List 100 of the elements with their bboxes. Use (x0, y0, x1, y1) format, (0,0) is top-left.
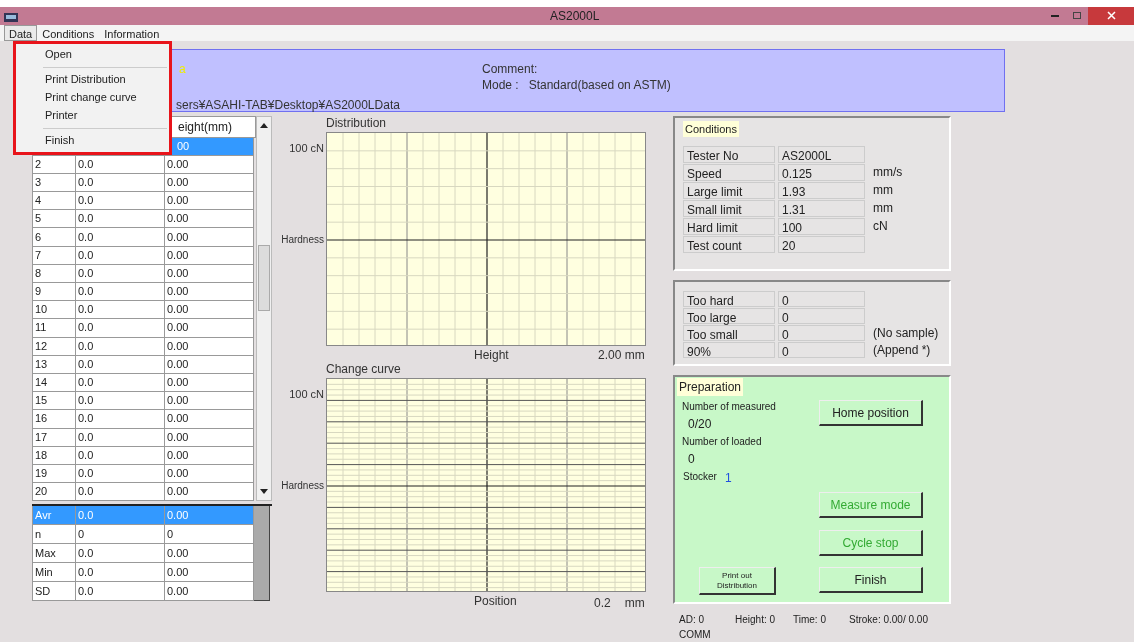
table-cell: 0.0 (76, 506, 165, 526)
table-cell[interactable]: 0.00 (165, 228, 254, 247)
condition-value: 20 (778, 235, 865, 253)
axis-label: Height (474, 346, 509, 364)
stocker-number: 1 (724, 470, 732, 487)
action-button[interactable]: Finish (819, 567, 923, 593)
condition-value: AS2000L (778, 145, 865, 163)
axis-label: Hardness (281, 478, 324, 493)
table-cell: 6 (32, 228, 76, 247)
table-cell: 0.0 (76, 283, 165, 302)
axis-max-label: 100 cN (289, 386, 324, 402)
axis-label: Position (474, 592, 517, 610)
close-button[interactable] (1088, 7, 1134, 25)
table-cell: 0.0 (76, 563, 165, 583)
table-cell: 5 (32, 210, 76, 229)
table-cell: 16 (32, 410, 76, 429)
result-label: Too large (683, 307, 775, 324)
table-cell: 0.0 (76, 544, 165, 564)
status-text: Stroke: 0.00/ 0.00 (849, 613, 928, 627)
axis-label: Hardness (281, 232, 324, 247)
axis-unit: mm (624, 594, 645, 612)
unit-label: cN (873, 218, 888, 235)
result-label: Too small (683, 324, 775, 341)
table-cell: Min (32, 563, 76, 583)
scroll-down-icon[interactable] (260, 489, 268, 495)
unit-label: mm (873, 182, 893, 199)
unit-label: mm/s (873, 164, 903, 181)
dropdown-item[interactable]: Printer (16, 106, 169, 125)
table-cell[interactable]: 0.00 (165, 483, 254, 502)
window-title: AS2000L (550, 7, 600, 25)
scroll-up-icon[interactable] (260, 122, 268, 128)
table-cell: 11 (32, 319, 76, 338)
table-cell[interactable]: 0.00 (165, 192, 254, 211)
table-cell: 10 (32, 301, 76, 320)
table-cell: Max (32, 544, 76, 564)
print-button[interactable]: Print out Distribution (699, 567, 776, 595)
result-value: 0 (778, 290, 865, 307)
condition-label: Tester No (683, 145, 775, 163)
chart-title: Change curve (326, 360, 401, 378)
dropdown-item[interactable]: Print change curve (16, 88, 169, 107)
menu-item[interactable]: Information (99, 24, 165, 41)
result-label: Too hard (683, 290, 775, 307)
column-header: eight(mm) (177, 118, 233, 136)
condition-value: 1.93 (778, 181, 865, 199)
table-cell: 0.0 (76, 582, 165, 602)
result-value: 0 (778, 307, 865, 324)
table-cell: 0 (76, 525, 165, 545)
menu-item[interactable]: Conditions (37, 24, 100, 41)
table-cell: 0.0 (76, 192, 165, 211)
table-cell: 20 (32, 483, 76, 502)
scroll-thumb[interactable] (258, 245, 270, 312)
dropdown-item[interactable]: Print Distribution (16, 70, 169, 89)
close-icon (1106, 11, 1116, 21)
table-cell: Avr (32, 506, 76, 526)
result-value: 0 (778, 341, 865, 358)
mode-value: Standard(based on ASTM) (528, 76, 671, 94)
table-cell: 0.0 (76, 410, 165, 429)
file-name: a (179, 60, 186, 78)
condition-label: Large limit (683, 181, 775, 199)
comment-label: Comment: (482, 60, 538, 78)
action-button[interactable]: Home position (819, 400, 923, 426)
table-cell: 0.0 (76, 210, 165, 229)
comm-label: COMM (679, 628, 712, 642)
dropdown-item[interactable]: Open (16, 45, 169, 64)
stocker-label: Stocker (683, 470, 717, 484)
table-cell: 0.0 (76, 392, 165, 411)
table-cell: n (32, 525, 76, 545)
table-cell[interactable]: 0.00 (165, 283, 254, 302)
condition-label: Hard limit (683, 217, 775, 235)
panel-title: Conditions (683, 120, 739, 137)
table-cell: 0.0 (76, 228, 165, 247)
table-cell: SD (32, 582, 76, 602)
measured-label: Number of measured (682, 400, 776, 414)
condition-value: 1.31 (778, 199, 865, 217)
table-cell[interactable]: 0.00 (165, 392, 254, 411)
file-path: sers¥ASAHI-TAB¥Desktop¥AS2000LData (176, 96, 400, 114)
table-cell[interactable]: 0.00 (165, 301, 254, 320)
result-note: (No sample) (873, 324, 939, 342)
table-cell[interactable]: 0.00 (165, 544, 254, 564)
table-cell[interactable]: 0.00 (165, 563, 254, 583)
condition-value: 0.125 (778, 163, 865, 181)
result-value: 0 (778, 324, 865, 341)
axis-end-label: 2.00 mm (598, 346, 645, 364)
table-cell[interactable]: 0.00 (165, 410, 254, 429)
table-cell[interactable]: 0.00 (165, 210, 254, 229)
table-cell: 0.0 (76, 301, 165, 320)
table-cell[interactable]: 0.00 (165, 582, 254, 602)
table-cell[interactable]: 0 (165, 525, 254, 545)
condition-label: Small limit (683, 199, 775, 217)
unit-label: mm (873, 200, 893, 217)
status-text: Time: 0 (793, 613, 827, 627)
chart-title: Distribution (326, 114, 387, 132)
condition-label: Speed (683, 163, 775, 181)
table-cell: 0.0 (76, 483, 165, 502)
measured-count: 0/20 (688, 416, 712, 433)
table-cell: 15 (32, 392, 76, 411)
condition-value: 100 (778, 217, 865, 235)
scrollbar[interactable] (256, 115, 272, 502)
table-cell[interactable]: 0.00 (165, 319, 254, 338)
condition-label: Test count (683, 235, 775, 253)
